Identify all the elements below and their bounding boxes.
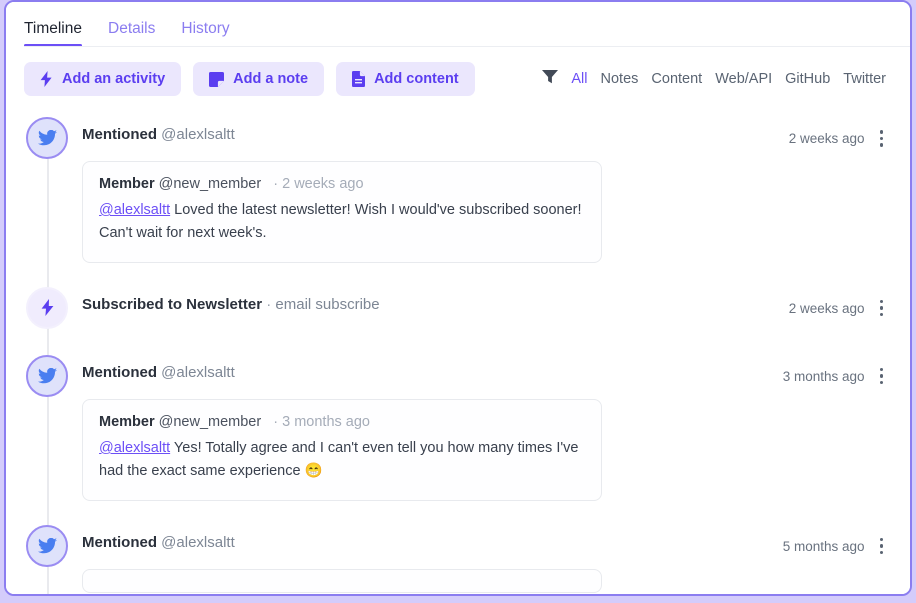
filter-web-api[interactable]: Web/API xyxy=(715,71,772,87)
twitter-icon xyxy=(26,354,68,397)
message-time: · 3 months ago xyxy=(273,413,370,430)
tab-divider xyxy=(24,46,910,47)
entry-timestamp: 5 months ago xyxy=(782,538,865,554)
entry-body: Subscribed to Newsletter · email subscri… xyxy=(70,287,892,329)
entry-action: Mentioned xyxy=(82,363,157,381)
more-options-icon[interactable] xyxy=(879,536,885,557)
message-author-handle: @new_member xyxy=(158,413,262,430)
message-card-body: @alexlsaltt Yes! Totally agree and I can… xyxy=(99,437,585,484)
note-icon xyxy=(209,71,225,87)
message-text: Loved the latest newsletter! Wish I woul… xyxy=(99,202,582,242)
timeline-entry: Mentioned @alexlsaltt 2 weeks ago Member xyxy=(24,117,892,263)
more-options-icon[interactable] xyxy=(879,128,885,149)
message-author-role: Member xyxy=(99,176,155,192)
twitter-icon xyxy=(26,524,68,567)
timeline-list: Mentioned @alexlsaltt 2 weeks ago Member xyxy=(6,95,910,594)
bolt-icon xyxy=(40,71,53,87)
twitter-icon xyxy=(26,117,68,159)
add-content-button[interactable]: Add content xyxy=(336,62,475,96)
entry-target: email subscribe xyxy=(275,295,380,313)
action-toolbar: Add an activity Add a note Add content A… xyxy=(6,47,910,96)
entry-title: Mentioned @alexlsaltt xyxy=(82,355,235,381)
entry-title: Mentioned @alexlsaltt xyxy=(82,117,235,143)
entry-separator: · xyxy=(266,295,272,313)
tab-history[interactable]: History xyxy=(181,20,229,47)
entry-target: @alexlsaltt xyxy=(161,126,235,143)
mention-link[interactable]: @alexlsaltt xyxy=(99,202,170,218)
entry-title: Subscribed to Newsletter · email subscri… xyxy=(82,287,380,313)
entry-timestamp: 2 weeks ago xyxy=(788,130,865,146)
filter-bar: All Notes Content Web/API GitHub Twitter xyxy=(542,69,892,89)
document-icon xyxy=(352,71,366,87)
bolt-icon xyxy=(26,286,68,329)
entry-meta: 2 weeks ago xyxy=(789,117,892,149)
entry-meta: 3 months ago xyxy=(783,355,892,387)
entry-body: Mentioned @alexlsaltt 2 weeks ago Member xyxy=(70,117,892,263)
entry-meta: 5 months ago xyxy=(783,525,892,557)
more-options-icon[interactable] xyxy=(879,298,885,319)
entry-timestamp: 3 months ago xyxy=(782,368,865,384)
message-time: · 2 weeks ago xyxy=(273,176,364,192)
entry-target: @alexlsaltt xyxy=(161,363,235,381)
message-card xyxy=(82,568,602,593)
tab-bar: Timeline Details History xyxy=(6,2,910,47)
message-author-handle: @new_member xyxy=(158,176,262,192)
add-note-label: Add a note xyxy=(233,71,309,87)
tab-timeline[interactable]: Timeline xyxy=(24,20,82,47)
entry-action: Mentioned xyxy=(82,126,157,143)
filter-github[interactable]: GitHub xyxy=(785,71,830,87)
message-author-role: Member xyxy=(99,413,155,430)
tab-details[interactable]: Details xyxy=(108,20,155,47)
add-activity-label: Add an activity xyxy=(62,71,166,87)
entry-title: Mentioned @alexlsaltt xyxy=(82,525,235,551)
message-card: Member @new_member · 3 months ago @alexl… xyxy=(82,398,602,501)
filter-twitter[interactable]: Twitter xyxy=(843,71,886,87)
timeline-page: Timeline Details History Add an activity xyxy=(6,2,910,594)
decorative-frame: Timeline Details History Add an activity xyxy=(0,0,916,603)
message-text: Yes! Totally agree and I can't even tell… xyxy=(99,439,579,480)
entry-body: Mentioned @alexlsaltt 3 months ago Membe… xyxy=(70,355,892,501)
avatar-column xyxy=(24,524,70,593)
entry-meta: 2 weeks ago xyxy=(789,287,892,319)
timeline-entry: Mentioned @alexlsaltt 3 months ago Membe… xyxy=(24,354,892,501)
filter-content[interactable]: Content xyxy=(651,71,702,87)
more-options-icon[interactable] xyxy=(879,366,885,387)
entry-body: Mentioned @alexlsaltt 5 months ago xyxy=(70,525,892,593)
message-card: Member @new_member · 2 weeks ago @alexls… xyxy=(82,161,602,263)
avatar-column xyxy=(24,117,70,263)
entry-action: Mentioned xyxy=(82,533,157,551)
entry-target: @alexlsaltt xyxy=(161,533,235,551)
add-note-button[interactable]: Add a note xyxy=(193,62,325,96)
timeline-entry: Subscribed to Newsletter · email subscri… xyxy=(24,286,892,329)
add-content-label: Add content xyxy=(374,71,459,87)
entry-action: Subscribed to Newsletter xyxy=(82,295,263,313)
filter-icon[interactable] xyxy=(542,69,559,89)
entry-timestamp: 2 weeks ago xyxy=(788,300,865,316)
mention-link[interactable]: @alexlsaltt xyxy=(99,440,170,456)
filter-notes[interactable]: Notes xyxy=(601,71,639,87)
add-activity-button[interactable]: Add an activity xyxy=(24,62,182,96)
timeline-entry: Mentioned @alexlsaltt 5 months ago xyxy=(24,524,892,593)
message-card-body: @alexlsaltt Loved the latest newsletter!… xyxy=(99,199,585,246)
window-border: Timeline Details History Add an activity xyxy=(4,0,912,596)
filter-all[interactable]: All xyxy=(571,71,587,87)
message-card-header: Member @new_member · 2 weeks ago xyxy=(99,176,585,192)
avatar-column xyxy=(24,286,70,329)
message-card-header: Member @new_member · 3 months ago xyxy=(99,414,585,430)
avatar-column xyxy=(24,354,70,501)
